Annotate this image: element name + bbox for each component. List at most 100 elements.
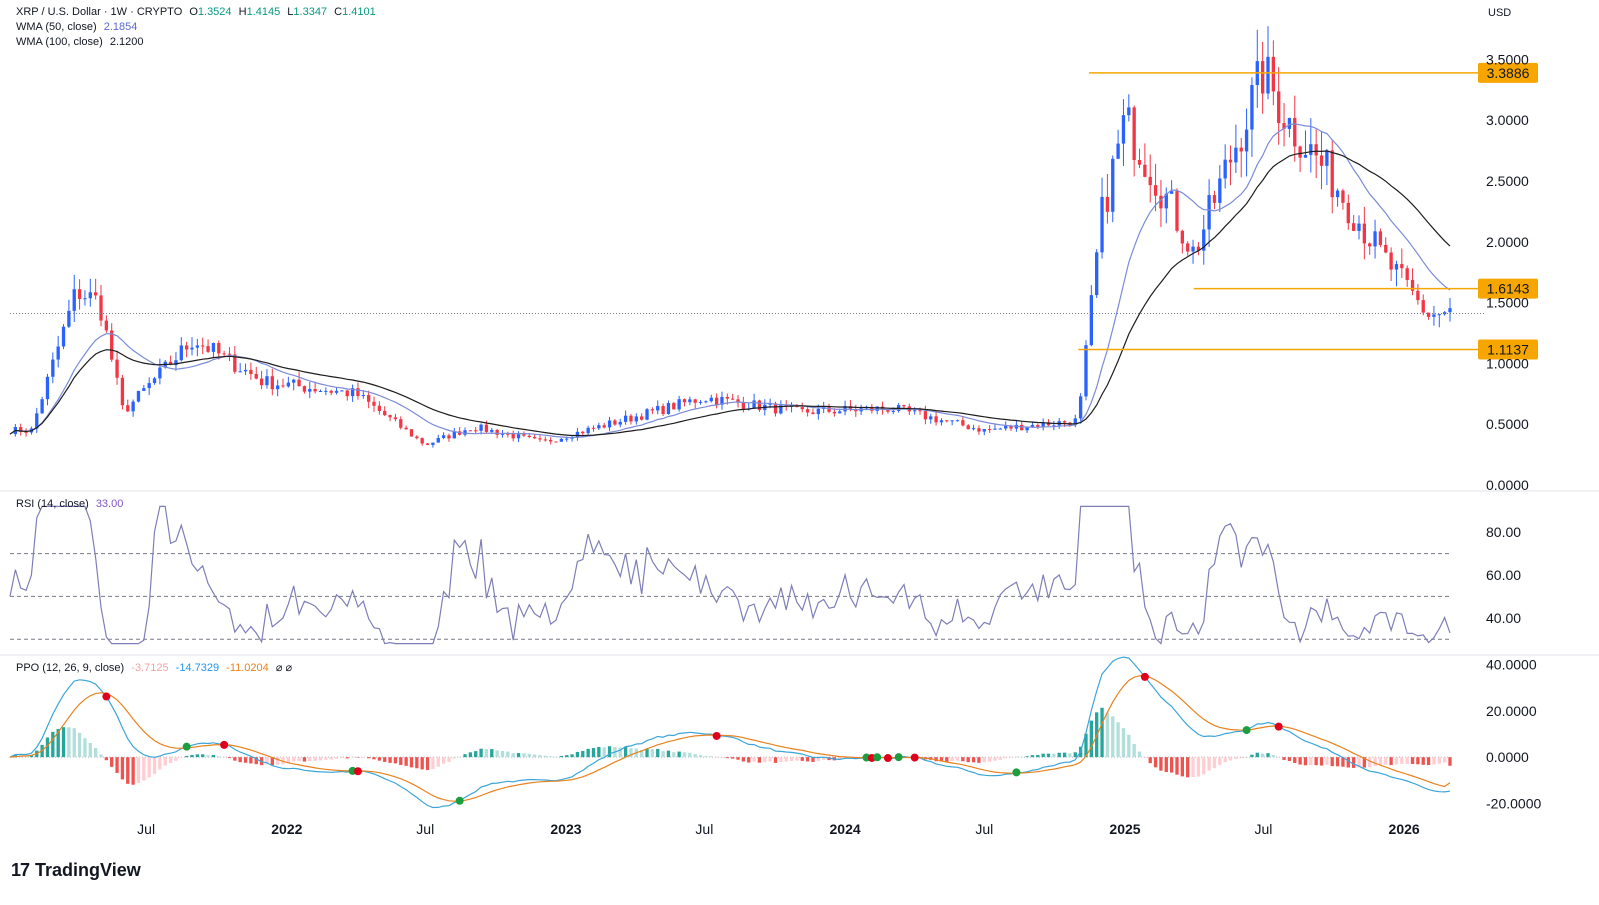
ppo-histogram-bar [1437, 757, 1441, 764]
ppo-histogram-bar [51, 731, 55, 758]
candle-body [393, 417, 398, 420]
ppo-cross-marker [1012, 768, 1021, 777]
candle-body [24, 431, 28, 433]
candle-body [40, 399, 44, 414]
ppo-histogram-bar [982, 757, 986, 763]
ppo-histogram-bar [238, 757, 242, 763]
ppo-histogram-bar [1421, 757, 1425, 765]
ppo-histogram-bar [447, 757, 451, 763]
ppo-histogram-bar [1309, 757, 1313, 766]
ppo-histogram-bar [184, 755, 189, 758]
ppo-histogram-bar [350, 757, 355, 758]
ppo-histogram-bar [1153, 757, 1158, 768]
ppo-histogram-bar [656, 748, 660, 758]
price-axis-tick: 3.0000 [1486, 112, 1529, 128]
wma100-value: 2.1200 [109, 36, 144, 48]
ppo-histogram-bar [511, 753, 515, 758]
candle-body [1378, 231, 1383, 245]
candle-body [1250, 85, 1254, 130]
candle-body [1084, 345, 1088, 397]
ppo-histogram-bar [377, 757, 382, 761]
ppo-line [9, 656, 1451, 809]
candle-body [1357, 223, 1361, 231]
tradingview-logo[interactable]: 17 TradingView [11, 860, 141, 881]
candle-body [1335, 190, 1340, 198]
ppo-histogram-bar [67, 727, 71, 758]
ppo-histogram-bar [543, 755, 547, 758]
candle-body [998, 428, 1002, 430]
ppo-signal-line [9, 675, 1451, 802]
ppo-settings-icons[interactable]: ⌀ ⌀ [276, 662, 292, 674]
ppo-histogram-bar [607, 746, 612, 758]
ppo-histogram-bar [773, 757, 778, 763]
ppo-histogram-bar [345, 757, 349, 759]
candle-body [1432, 314, 1436, 317]
candle-body [1421, 300, 1425, 313]
ppo-histogram-bar [383, 757, 387, 762]
low-value: 1.3347 [293, 6, 328, 18]
ppo-histogram-bar [1319, 757, 1324, 766]
candle-body [698, 401, 703, 403]
ppo-histogram-bar [1448, 757, 1452, 766]
candle-body [1309, 144, 1313, 155]
candle-body [800, 407, 804, 410]
candle-body [383, 411, 387, 416]
price-axis-tick: 2.0000 [1486, 234, 1529, 250]
ppo-histogram-bar [1250, 754, 1254, 758]
ppo-cross-marker [1242, 726, 1251, 735]
wma50-legend[interactable]: WMA (50, close) 2.1854 [16, 21, 141, 33]
high-value: 1.4145 [246, 6, 281, 18]
chart-canvas[interactable]: 3.38861.61431.11370.00000.50001.00001.50… [0, 0, 1599, 905]
candle-body [987, 429, 992, 431]
candle-body [1025, 427, 1029, 431]
candle-body [1293, 117, 1297, 147]
wma100-legend[interactable]: WMA (100, close) 2.1200 [16, 36, 148, 48]
candle-body [688, 399, 692, 403]
candle-body [591, 427, 596, 429]
price-pane [9, 26, 1486, 448]
ppo-histogram-bar [436, 757, 440, 767]
candle-body [227, 353, 232, 355]
ppo-cross-marker [1274, 722, 1283, 731]
candle-body [1351, 223, 1356, 231]
ppo-histogram-bar [1143, 757, 1147, 759]
ppo-histogram-bar [757, 757, 762, 763]
ppo-histogram-bar [292, 757, 296, 762]
ppo-histogram-bar [1373, 757, 1377, 766]
ppo-histogram-bar [1057, 752, 1061, 758]
ppo-histogram-bar [1041, 753, 1045, 758]
candle-body [666, 403, 671, 414]
candle-body [516, 434, 521, 439]
ppo-histogram-bar [623, 746, 628, 758]
candle-body [1116, 143, 1120, 159]
price-axis-tick: 1.5000 [1486, 295, 1529, 311]
ppo-histogram-bar [168, 757, 173, 764]
candle-body [190, 347, 194, 350]
time-axis-tick: 2026 [1389, 821, 1420, 837]
candle-body [1239, 147, 1243, 152]
ppo-histogram-bar [1089, 720, 1093, 758]
ppo-histogram-bar [1277, 757, 1281, 758]
candle-body [832, 411, 837, 414]
candle-body [1223, 159, 1227, 179]
candle-body [431, 442, 435, 445]
candle-body [61, 326, 66, 347]
rsi-legend[interactable]: RSI (14, close) 33.00 [16, 498, 127, 510]
ppo-histogram-bar [120, 757, 125, 780]
brand-name: TradingView [35, 860, 141, 880]
ppo-histogram-bar [720, 757, 724, 758]
candle-body [490, 429, 494, 432]
candle-body [211, 343, 216, 352]
candle-body [543, 439, 547, 441]
ppo-histogram-bar [532, 754, 537, 758]
candle-body [45, 376, 50, 400]
ppo-legend[interactable]: PPO (12, 26, 9, close) -3.7125 -14.7329 … [16, 661, 296, 674]
ppo-histogram-bar [404, 757, 408, 766]
ppo-histogram-bar [174, 757, 178, 761]
ppo-histogram-bar [1132, 743, 1136, 758]
ppo-histogram-bar [340, 757, 344, 759]
ppo-histogram-bar [1260, 753, 1265, 758]
ppo-histogram-bar [1180, 757, 1185, 777]
candle-body [640, 416, 644, 420]
candle-body [1127, 107, 1131, 116]
